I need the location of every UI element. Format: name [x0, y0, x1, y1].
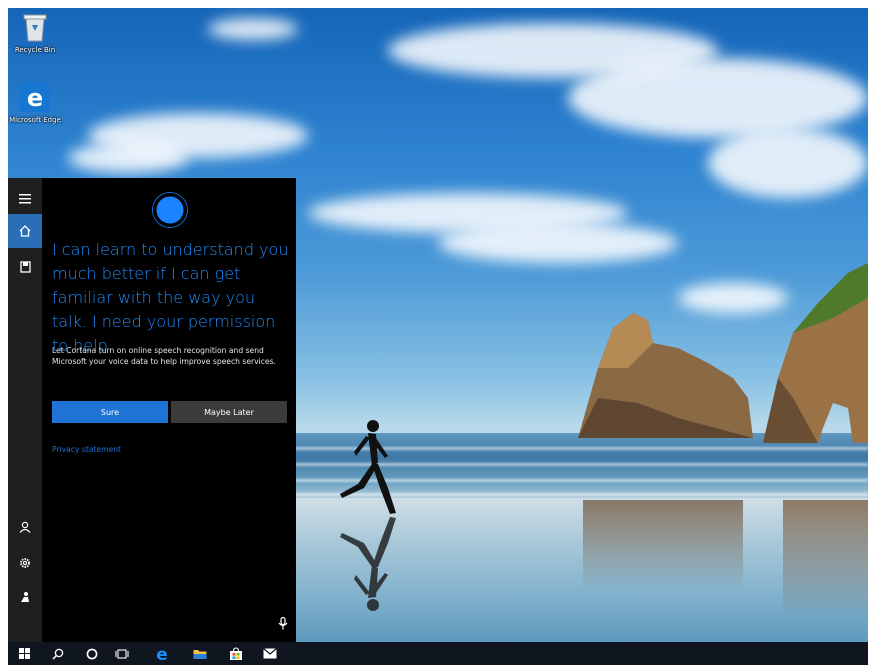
feedback-button[interactable] — [8, 580, 42, 614]
taskbar: e — [8, 642, 868, 665]
account-button[interactable] — [8, 510, 42, 544]
store-icon — [230, 646, 242, 660]
microphone-button[interactable] — [278, 615, 288, 634]
rock-formation-left — [578, 313, 753, 438]
rock-formation-right — [763, 263, 868, 443]
svg-text:e: e — [156, 646, 168, 662]
rock-reflection — [583, 500, 743, 590]
file-explorer-icon — [193, 649, 207, 659]
start-icon — [18, 648, 30, 659]
start-button[interactable] — [8, 642, 40, 665]
settings-gear-icon — [20, 558, 30, 568]
cortana-content: I can learn to understand you much bette… — [42, 178, 296, 642]
cloud — [68, 143, 188, 173]
home-icon — [19, 225, 31, 237]
cloud — [568, 58, 868, 138]
feedback-icon — [21, 592, 29, 602]
cloud — [708, 128, 868, 198]
recycle-bin-icon — [23, 14, 47, 42]
permission-headline: I can learn to understand you much bette… — [52, 240, 289, 355]
cortana-circle-icon — [86, 648, 98, 659]
cloud — [438, 223, 678, 263]
microphone-icon — [278, 616, 288, 630]
notebook-button[interactable] — [8, 250, 42, 284]
edge-icon: e — [156, 646, 168, 662]
cloud — [208, 18, 298, 40]
user-icon — [19, 521, 31, 533]
file-explorer-button[interactable] — [184, 642, 216, 665]
settings-button[interactable] — [8, 546, 42, 580]
hamburger-menu-icon — [19, 194, 31, 204]
store-button[interactable] — [220, 642, 252, 665]
runner-reflection — [340, 517, 396, 611]
desktop-icon-microsoft-edge[interactable]: e Microsoft Edge — [8, 82, 62, 125]
maybe-later-button[interactable]: Maybe Later — [171, 401, 287, 423]
desktop-icon-recycle-bin[interactable]: Recycle Bin — [8, 12, 62, 55]
rock-reflection — [783, 500, 868, 620]
hamburger-menu-button[interactable] — [8, 182, 42, 216]
cortana-left-rail — [8, 178, 42, 642]
task-view-button[interactable] — [106, 642, 138, 665]
sure-button[interactable]: Sure — [52, 401, 168, 423]
privacy-statement-link[interactable]: Privacy statement — [52, 445, 121, 454]
taskbar-edge-button[interactable]: e — [146, 642, 178, 665]
desktop-icon-label: Microsoft Edge — [9, 116, 61, 124]
mail-button[interactable] — [254, 642, 286, 665]
home-button[interactable] — [8, 214, 42, 248]
cortana-panel: I can learn to understand you much bette… — [8, 178, 296, 642]
task-view-icon — [115, 648, 129, 659]
notebook-icon — [19, 261, 31, 273]
permission-description: Let Cortana turn on online speech recogn… — [52, 346, 276, 366]
search-button[interactable] — [42, 642, 74, 665]
svg-text:e: e — [27, 84, 43, 112]
desktop-icon-label: Recycle Bin — [14, 46, 56, 54]
cortana-button[interactable] — [76, 642, 108, 665]
edge-icon: e — [20, 82, 50, 112]
runner-silhouette — [340, 420, 396, 514]
cortana-orb-icon — [152, 192, 188, 228]
search-icon — [52, 648, 64, 660]
mail-icon — [263, 648, 277, 659]
